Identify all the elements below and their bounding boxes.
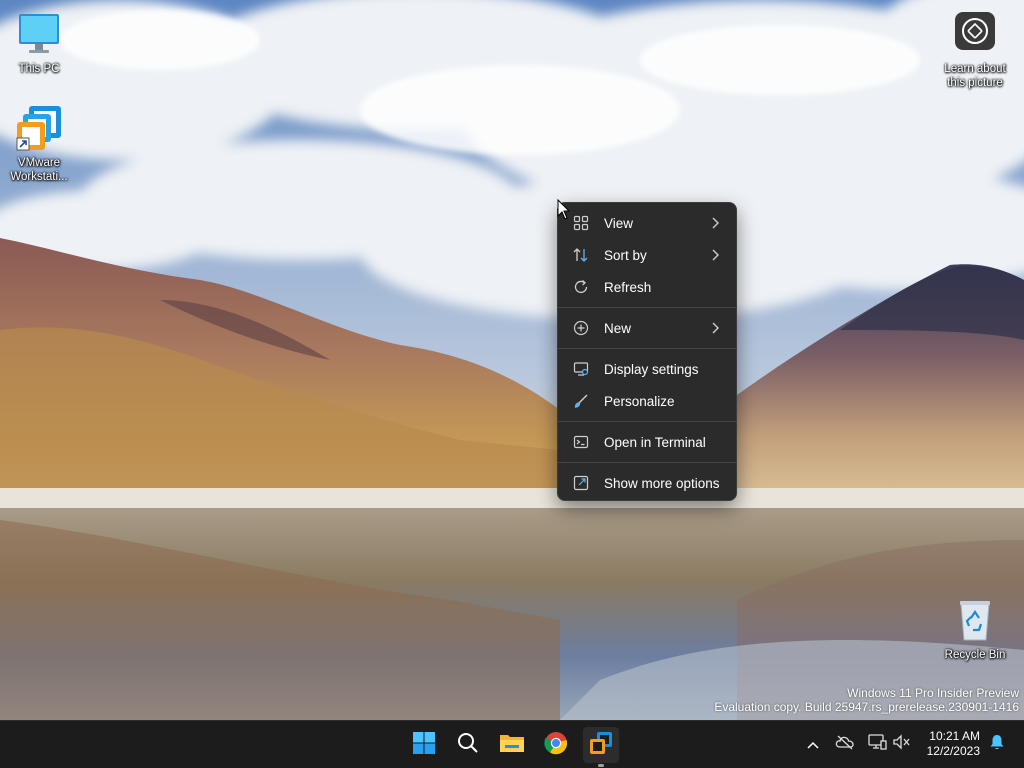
display-icon: [572, 360, 590, 378]
menu-item-label: Open in Terminal: [604, 434, 706, 450]
menu-item-label: New: [604, 320, 632, 336]
brush-icon: [572, 392, 590, 410]
start-icon: [412, 731, 436, 759]
menu-item-label: Personalize: [604, 393, 675, 409]
desktop-icon-label: This PC: [18, 63, 60, 75]
onedrive-tray-button[interactable]: [834, 733, 856, 755]
desktop-icon-label: Learn about this picture: [944, 63, 1006, 89]
clock-date: 12/2/2023: [926, 744, 980, 758]
menu-item-open-in-terminal[interactable]: Open in Terminal: [562, 426, 732, 458]
desktop-wallpaper[interactable]: [0, 0, 1024, 720]
menu-separator: [558, 348, 736, 349]
volume-tray-button[interactable]: [891, 733, 913, 755]
recycle-bin-icon: [951, 596, 999, 644]
more-options-icon: [572, 474, 590, 492]
desktop-icon-recycle-bin[interactable]: Recycle Bin: [937, 596, 1013, 662]
evaluation-watermark: Windows 11 Pro Insider Preview Evaluatio…: [714, 686, 1019, 714]
desktop-context-menu: View Sort by Refresh New Display setting…: [557, 202, 737, 501]
chevron-right-icon: [710, 321, 720, 335]
taskbar-clock[interactable]: 10:21 AM 12/2/2023: [927, 729, 980, 759]
menu-item-display-settings[interactable]: Display settings: [562, 353, 732, 385]
menu-item-sort-by[interactable]: Sort by: [562, 239, 732, 271]
notifications-button[interactable]: [986, 733, 1008, 755]
desktop-icon-vmware[interactable]: VMware Workstati...: [1, 104, 77, 184]
chevron-right-icon: [710, 216, 720, 230]
menu-item-label: View: [604, 215, 634, 231]
desktop-icon-learn-about-picture[interactable]: Learn about this picture: [937, 10, 1013, 90]
mouse-pointer-icon: [557, 198, 571, 225]
chrome-icon: [544, 731, 568, 759]
menu-item-new[interactable]: New: [562, 312, 732, 344]
grid-icon: [572, 214, 590, 232]
menu-item-view[interactable]: View: [562, 207, 732, 239]
watermark-edition: Windows 11 Pro Insider Preview: [847, 686, 1019, 700]
search-button[interactable]: [450, 727, 486, 763]
vmware-icon: [589, 731, 613, 759]
menu-item-personalize[interactable]: Personalize: [562, 385, 732, 417]
file-explorer-icon: [499, 731, 525, 759]
chevron-up-icon: [806, 735, 820, 754]
start-button[interactable]: [406, 727, 442, 763]
menu-item-label: Refresh: [604, 279, 652, 295]
menu-item-refresh[interactable]: Refresh: [562, 271, 732, 303]
search-icon: [456, 731, 480, 759]
desktop-icon-this-pc[interactable]: This PC: [1, 10, 77, 76]
menu-item-label: Sort by: [604, 247, 647, 263]
show-hidden-icons-button[interactable]: [802, 733, 824, 755]
menu-separator: [558, 307, 736, 308]
network-tray-button[interactable]: [866, 733, 888, 755]
network-icon: [867, 733, 887, 755]
speaker-muted-icon: [892, 733, 912, 755]
vmware-icon: [15, 104, 63, 152]
desktop-icon-label: Recycle Bin: [944, 649, 1006, 661]
menu-separator: [558, 421, 736, 422]
sort-icon: [572, 246, 590, 264]
active-app-indicator: [598, 764, 604, 767]
taskbar: 10:21 AM 12/2/2023: [0, 720, 1024, 768]
bell-icon: [988, 733, 1006, 755]
terminal-icon: [572, 433, 590, 451]
menu-item-show-more-options[interactable]: Show more options: [562, 467, 732, 499]
clock-time: 10:21 AM: [929, 729, 980, 743]
monitor-icon: [15, 10, 63, 58]
vmware-taskbar-button[interactable]: [583, 727, 619, 763]
chrome-button[interactable]: [538, 727, 574, 763]
chevron-right-icon: [710, 248, 720, 262]
desktop-icon-label: VMware Workstati...: [10, 157, 68, 183]
menu-separator: [558, 462, 736, 463]
refresh-icon: [572, 278, 590, 296]
watermark-build: Evaluation copy. Build 25947.rs_prerelea…: [714, 700, 1019, 714]
menu-item-label: Show more options: [604, 475, 720, 491]
menu-item-label: Display settings: [604, 361, 699, 377]
file-explorer-button[interactable]: [494, 727, 530, 763]
camera-icon: [951, 10, 999, 58]
plus-circle-icon: [572, 319, 590, 337]
cloud-offline-icon: [835, 734, 855, 754]
